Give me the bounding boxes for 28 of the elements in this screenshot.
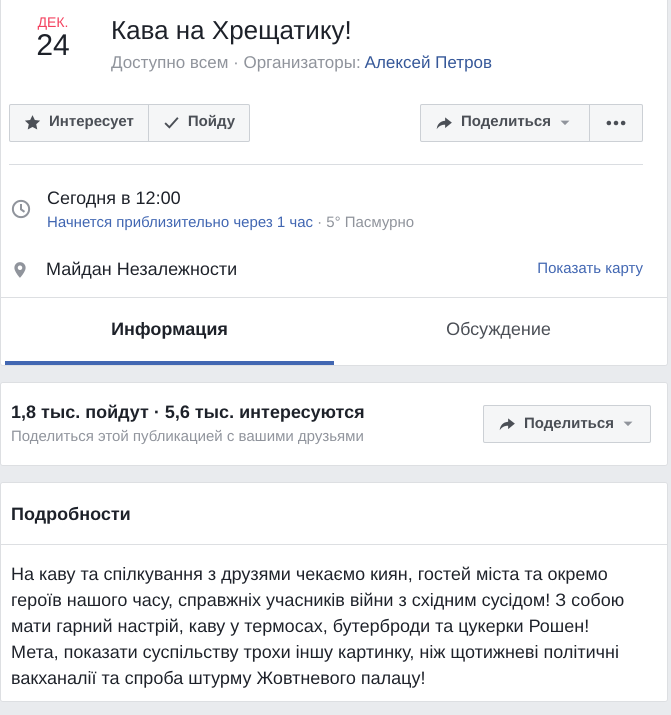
description-text: Мета, показати суспільству трохи іншу картинку, ніж щотижневі політичні вакханалії та спроба штурму Жовтневого палацу!	[11, 640, 620, 690]
weather-text: · 5° Пасмурно	[317, 212, 414, 232]
more-icon	[606, 120, 626, 126]
section-heading: Подробности	[10, 502, 132, 526]
organizer-link[interactable]: Алексей Петров	[364, 50, 492, 76]
description-text: На каву та спілкування з друзями чекаємо киян, гостей міста та окремо героїв нашого часу, справжніх учасників війни з східним сусідом! З собою мати гарний настрій, каву у термосах, бутерброди та цукерки Рошен!	[11, 562, 626, 638]
interested-button[interactable]: Интересует	[9, 104, 149, 142]
date-day: 24	[31, 30, 75, 62]
event-info-text: Доступно всем · Организаторы:	[111, 52, 361, 74]
caret-icon	[622, 420, 634, 428]
going-button[interactable]: Пойду	[148, 104, 250, 142]
countdown-link[interactable]: Начнется приблизительно через 1 час	[47, 212, 314, 234]
caret-icon	[559, 119, 571, 126]
tab[interactable]: Информация	[5, 298, 334, 365]
star-icon	[24, 114, 41, 131]
tab[interactable]: Обсуждение	[334, 298, 663, 365]
show-map-link[interactable]: Показать карту	[537, 258, 643, 281]
time-text: Сегодня в 12:00	[47, 186, 182, 210]
location-text: Майдан Незалежности	[46, 258, 238, 281]
share-hint-text: Поделиться этой публикацией с вашими друзьями	[11, 427, 365, 447]
event-title: Кава на Хрещатику!	[111, 14, 353, 46]
attendance-summary: 1,8 тыс. пойдут · 5,6 тыс. интересуются	[11, 401, 365, 424]
more-button[interactable]	[590, 104, 643, 142]
check-icon	[162, 114, 180, 131]
clock-icon	[11, 199, 31, 220]
share-button[interactable]: Поделиться	[482, 404, 651, 443]
date-month: ДЕК.	[36, 14, 70, 30]
share-button[interactable]: Поделиться	[420, 104, 590, 142]
